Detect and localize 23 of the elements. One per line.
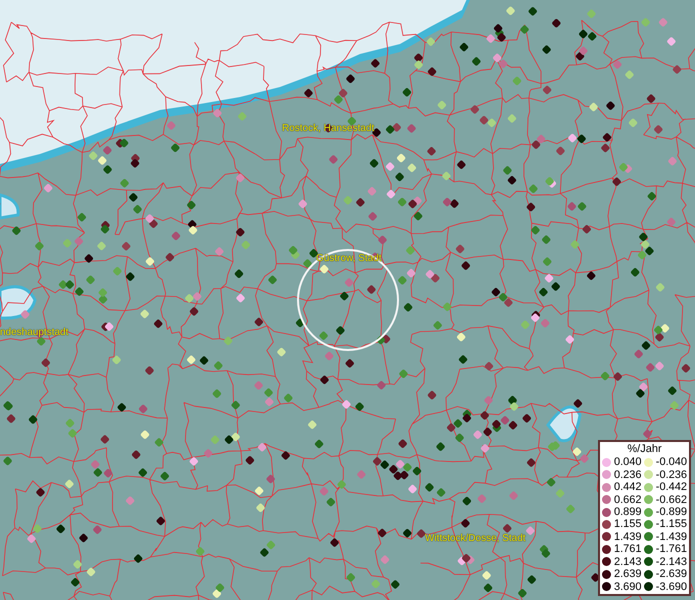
legend-label: -2.639 [656,568,687,580]
legend-label: 1.155 [614,518,642,530]
legend-label: -1.761 [656,543,687,556]
legend-label: 0.899 [614,506,642,518]
legend-label: 2.639 [614,568,642,580]
legend-label: -0.662 [656,494,687,506]
legend-label: 0.662 [614,494,642,506]
legend-label: 0.236 [614,468,642,481]
legend-label: -0.899 [656,506,687,518]
legend-title: %/Jahr [626,443,663,456]
legend-label: -3.690 [656,580,687,593]
legend-label: -1.155 [656,518,687,530]
legend-label: -0.040 [656,456,687,468]
legend-label: 1.761 [614,543,642,556]
legend-label: 3.690 [614,580,642,593]
legend-label: 2.143 [614,556,642,568]
legend-label: -1.439 [656,530,687,543]
legend-label: 0.442 [614,481,642,494]
legend-label: 1.439 [614,530,642,543]
legend-label: -0.442 [656,481,687,494]
legend-label: -2.143 [656,556,687,568]
legend-label: -0.236 [656,468,687,481]
legend-label: 0.040 [614,456,642,468]
